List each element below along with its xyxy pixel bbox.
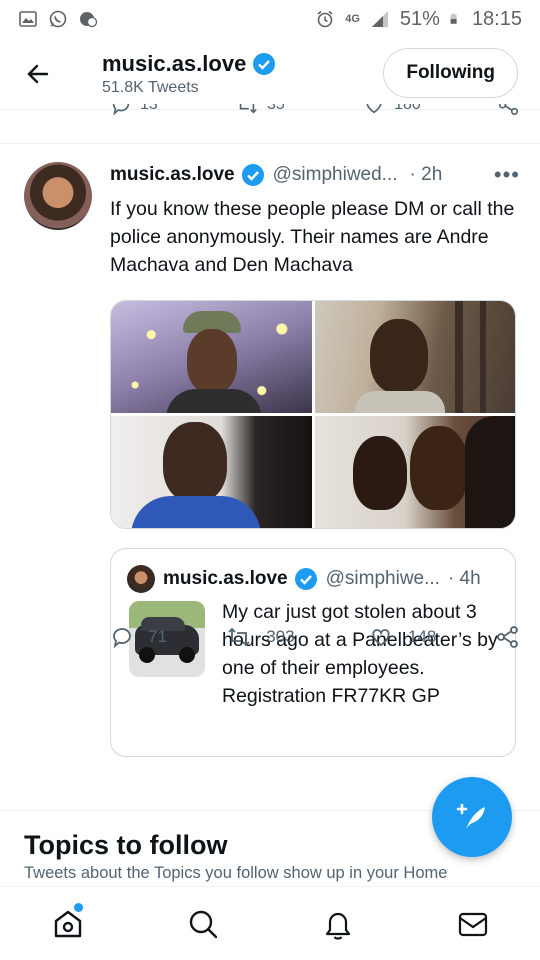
header-name: music.as.love bbox=[102, 51, 276, 77]
profile-header: music.as.love 51.8K Tweets Following bbox=[0, 38, 540, 110]
tweet-actions: 71 303 148 bbox=[110, 625, 520, 649]
status-bar: 4G 51% 18:15 bbox=[0, 0, 540, 38]
verified-badge-icon bbox=[241, 164, 264, 186]
verified-badge-icon bbox=[294, 568, 317, 590]
nav-notifications[interactable] bbox=[308, 894, 368, 954]
prev-share-button[interactable] bbox=[498, 104, 520, 116]
battery-icon bbox=[450, 13, 457, 24]
status-time: 18:15 bbox=[471, 7, 522, 30]
retweet-icon bbox=[239, 104, 257, 114]
retweet-count: 303 bbox=[266, 627, 295, 646]
mail-icon bbox=[458, 912, 487, 936]
more-options-icon[interactable]: ••• bbox=[494, 162, 520, 188]
nav-messages[interactable] bbox=[443, 894, 503, 954]
tweet-photo-1[interactable] bbox=[111, 301, 312, 413]
tweet-body: music.as.love @simphiwed... · 2h ••• If … bbox=[110, 159, 520, 757]
network-type-label: 4G bbox=[345, 12, 360, 25]
previous-tweet-actions: 13 35 180 bbox=[110, 104, 520, 124]
tweet-header: music.as.love @simphiwed... · 2h ••• bbox=[110, 159, 520, 191]
battery-percent: 51% bbox=[399, 7, 440, 30]
quote-author-name: music.as.love bbox=[163, 568, 288, 589]
tweet-author-name[interactable]: music.as.love bbox=[110, 164, 235, 186]
tweet-time: · 2h bbox=[409, 164, 443, 185]
compose-feather-icon bbox=[456, 803, 485, 829]
back-arrow-icon bbox=[27, 64, 49, 83]
prev-like-button[interactable]: 180 bbox=[362, 104, 421, 116]
topics-title: Topics to follow bbox=[24, 830, 228, 860]
retweet-button[interactable]: 303 bbox=[226, 625, 368, 649]
prev-reply-button[interactable]: 13 bbox=[110, 104, 158, 116]
topics-subtitle: Tweets about the Topics you follow show … bbox=[24, 864, 448, 882]
alarm-icon bbox=[317, 10, 333, 28]
search-icon bbox=[189, 910, 217, 938]
divider bbox=[0, 143, 540, 144]
bell-icon bbox=[325, 912, 350, 940]
reply-button[interactable]: 71 bbox=[110, 625, 226, 649]
gallery-icon bbox=[19, 11, 37, 27]
prev-retweet-count: 35 bbox=[267, 104, 285, 113]
tweet-text: If you know these people please DM or ca… bbox=[110, 198, 515, 276]
quote-avatar bbox=[127, 565, 155, 593]
tweet-count: 51.8K Tweets bbox=[102, 78, 199, 96]
quote-text: My car just got stolen about 3 hours ago… bbox=[222, 601, 498, 707]
quote-header: music.as.love @simphiwe... · 4h bbox=[127, 565, 481, 593]
tweet-media-grid[interactable] bbox=[110, 300, 516, 529]
reply-icon bbox=[112, 104, 130, 116]
like-button[interactable]: 148 bbox=[368, 625, 496, 649]
nav-search[interactable] bbox=[173, 894, 233, 954]
compose-tweet-button[interactable] bbox=[432, 777, 512, 857]
avatar[interactable] bbox=[24, 162, 92, 230]
whatsapp-icon bbox=[49, 10, 67, 28]
new-content-dot bbox=[73, 902, 83, 912]
header-username: music.as.love bbox=[102, 50, 247, 76]
retweet-icon bbox=[228, 627, 250, 647]
heart-icon bbox=[372, 629, 390, 647]
like-count: 148 bbox=[407, 627, 437, 646]
tweet-photo-4[interactable] bbox=[314, 416, 515, 528]
notification-settings-icon bbox=[80, 12, 98, 28]
reply-count: 71 bbox=[148, 627, 167, 646]
header-titles: music.as.love 51.8K Tweets bbox=[102, 51, 276, 97]
prev-reply-count: 13 bbox=[140, 104, 158, 113]
verified-badge-icon bbox=[253, 52, 276, 75]
share-icon bbox=[499, 104, 519, 115]
bottom-navigation bbox=[0, 886, 540, 960]
nav-home[interactable] bbox=[38, 894, 98, 954]
signal-icon bbox=[371, 11, 388, 27]
back-button[interactable] bbox=[8, 44, 68, 104]
prev-like-count: 180 bbox=[394, 104, 421, 113]
prev-retweet-button[interactable]: 35 bbox=[235, 104, 285, 116]
share-button[interactable] bbox=[496, 625, 520, 649]
home-icon bbox=[54, 910, 81, 937]
following-button[interactable]: Following bbox=[383, 48, 518, 98]
share-icon bbox=[497, 626, 518, 648]
quoted-tweet[interactable]: music.as.love @simphiwe... · 4h My car j… bbox=[110, 548, 516, 757]
reply-icon bbox=[113, 628, 131, 649]
tweet-author-handle[interactable]: @simphiwed... bbox=[273, 164, 398, 186]
quote-author-handle: @simphiwe... bbox=[325, 568, 440, 589]
quote-time: · 4h bbox=[447, 568, 481, 589]
tweet-photo-3[interactable] bbox=[111, 416, 312, 528]
tweet-photo-2[interactable] bbox=[314, 301, 515, 413]
heart-icon bbox=[366, 104, 382, 114]
